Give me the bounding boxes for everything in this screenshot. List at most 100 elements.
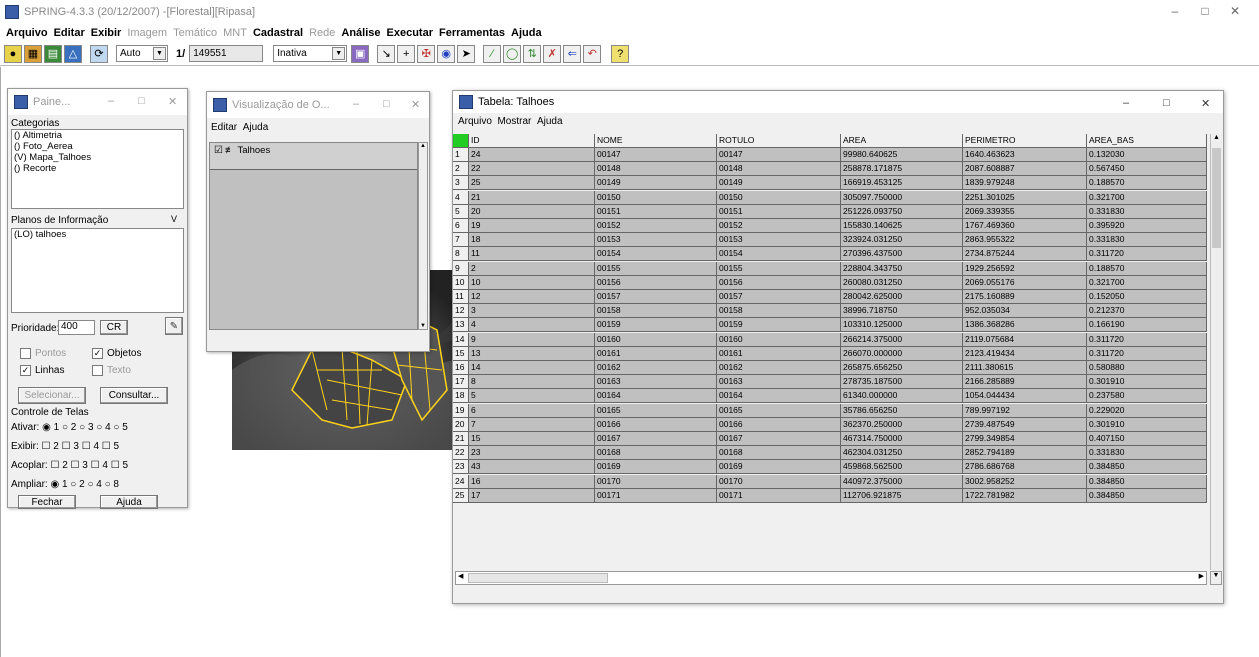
table-cell[interactable]: 00170 <box>717 474 841 489</box>
table-cell[interactable]: 00168 <box>717 446 841 461</box>
table-cell[interactable]: 0.311720 <box>1087 346 1207 361</box>
table-cell[interactable]: 00160 <box>595 332 717 347</box>
menu-arquivo[interactable]: Arquivo <box>6 27 48 39</box>
table-cell[interactable]: 61340.000000 <box>841 389 963 404</box>
table-cell[interactable]: 00161 <box>595 346 717 361</box>
table-cell[interactable]: 0.212370 <box>1087 304 1207 319</box>
table-cell[interactable]: 99980.640625 <box>841 148 963 162</box>
viz-scrollbar[interactable]: ▲ ▼ <box>418 142 428 330</box>
undo-icon[interactable]: ↶ <box>583 44 602 63</box>
table-cell[interactable]: 15 <box>469 432 595 446</box>
menu-temático[interactable]: Temático <box>173 27 217 39</box>
table-cell[interactable]: 00149 <box>717 176 841 191</box>
table-row[interactable]: 19 6 00165 00165 35786.656250 789.997192 0.229… <box>453 403 1207 418</box>
table-cell[interactable]: 0.321700 <box>1087 190 1207 205</box>
refresh-icon[interactable]: ⟳ <box>90 44 108 63</box>
acoplar-row[interactable]: Acoplar: ☐ 2 ☐ 3 ☐ 4 ☐ 5 <box>11 460 128 471</box>
table-cell[interactable]: 00163 <box>717 375 841 390</box>
attribute-table[interactable]: ID NOME ROTULO AREA PERIMETRO AREA_BAS 1 24 0014… <box>453 134 1207 577</box>
table-cell[interactable]: 112706.921875 <box>841 488 963 503</box>
column-header[interactable]: PERIMETRO <box>963 134 1087 148</box>
row-number[interactable]: 5 <box>453 204 469 219</box>
texto-checkbox[interactable]: Texto <box>92 365 131 376</box>
edit-move-icon[interactable]: ⇅ <box>523 44 542 63</box>
maximize-icon[interactable]: □ <box>383 98 390 110</box>
table-cell[interactable]: 305097.750000 <box>841 190 963 205</box>
table-cell[interactable]: 17 <box>469 488 595 503</box>
table-cell[interactable]: 00151 <box>595 204 717 219</box>
table-cell[interactable]: 2852.794189 <box>963 446 1087 461</box>
table-cell[interactable]: 25 <box>469 176 595 191</box>
row-number[interactable]: 2 <box>453 162 469 177</box>
menu-mnt[interactable]: MNT <box>223 27 247 39</box>
close-icon[interactable]: ✕ <box>1201 97 1210 110</box>
table-cell[interactable]: 103310.125000 <box>841 318 963 333</box>
table-cell[interactable]: 155830.140625 <box>841 219 963 233</box>
table-cell[interactable]: 0.152050 <box>1087 290 1207 304</box>
table-row[interactable]: 9 2 00155 00155 228804.343750 1929.256592 0.18… <box>453 261 1207 276</box>
table-cell[interactable]: 35786.656250 <box>841 403 963 418</box>
table-cell[interactable]: 00150 <box>595 190 717 205</box>
maximize-icon[interactable]: □ <box>138 95 145 107</box>
table-cell[interactable]: 2119.075684 <box>963 332 1087 347</box>
table-cell[interactable]: 459868.562500 <box>841 460 963 475</box>
table-cell[interactable]: 11 <box>469 247 595 262</box>
table-cell[interactable]: 00153 <box>595 233 717 248</box>
fechar-button[interactable]: Fechar <box>18 495 76 509</box>
table-cell[interactable]: 20 <box>469 204 595 219</box>
table-cell[interactable]: 00149 <box>595 176 717 191</box>
table-cell[interactable]: 2166.285889 <box>963 375 1087 390</box>
viz-item-talhoes[interactable]: ☑ ≢ Talhoes <box>210 143 417 170</box>
viz-menu-editar[interactable]: Editar <box>211 122 237 133</box>
table-cell[interactable]: 38996.718750 <box>841 304 963 319</box>
table-menu-mostrar[interactable]: Mostrar <box>497 116 531 127</box>
table-cell[interactable]: 166919.453125 <box>841 176 963 191</box>
screen-icon[interactable]: ▣ <box>351 44 370 63</box>
table-cell[interactable]: 00148 <box>717 162 841 177</box>
table-row[interactable]: 6 19 00152 00152 155830.140625 1767.469360 0.3… <box>453 219 1207 233</box>
categoria-item[interactable]: () Altimetria <box>12 130 183 141</box>
table-cell[interactable]: 2739.487549 <box>963 417 1087 432</box>
table-cell[interactable]: 00171 <box>717 488 841 503</box>
table-row[interactable]: 24 16 00170 00170 440972.375000 3002.958252 0.… <box>453 474 1207 489</box>
table-cell[interactable]: 0.331830 <box>1087 204 1207 219</box>
table-cell[interactable]: 2069.339355 <box>963 204 1087 219</box>
table-menu-arquivo[interactable]: Arquivo <box>458 116 492 127</box>
table-cell[interactable]: 1767.469360 <box>963 219 1087 233</box>
table-cell[interactable]: 2 <box>469 261 595 276</box>
table-cell[interactable]: 00163 <box>595 375 717 390</box>
scale-input[interactable]: 149551 <box>189 45 264 62</box>
table-cell[interactable]: 6 <box>469 403 595 418</box>
column-header[interactable]: AREA_BAS <box>1087 134 1207 148</box>
ampliar-row[interactable]: Ampliar: ◉ 1 ○ 2 ○ 4 ○ 8 <box>11 479 119 490</box>
info-icon[interactable]: ◉ <box>437 44 456 63</box>
row-number[interactable]: 12 <box>453 304 469 319</box>
table-cell[interactable]: 00151 <box>717 204 841 219</box>
table-menu-ajuda[interactable]: Ajuda <box>537 116 563 127</box>
table-cell[interactable]: 362370.250000 <box>841 417 963 432</box>
planos-v-button[interactable]: V <box>166 213 182 225</box>
table-cell[interactable]: 0.237580 <box>1087 389 1207 404</box>
table-cell[interactable]: 5 <box>469 389 595 404</box>
table-row[interactable]: 7 18 00153 00153 323924.031250 2863.955322 0.3… <box>453 233 1207 248</box>
table-cell[interactable]: 0.166190 <box>1087 318 1207 333</box>
table-row[interactable]: 3 25 00149 00149 166919.453125 1839.979248 0.1… <box>453 176 1207 191</box>
edit-delete-icon[interactable]: ✗ <box>543 44 562 63</box>
row-number[interactable]: 16 <box>453 361 469 375</box>
column-header[interactable]: NOME <box>595 134 717 148</box>
table-cell[interactable]: 00152 <box>717 219 841 233</box>
table-row[interactable]: 8 11 00154 00154 270396.437500 2734.875244 0.3… <box>453 247 1207 262</box>
table-row[interactable]: 15 13 00161 00161 266070.000000 2123.419434 0.… <box>453 346 1207 361</box>
table-cell[interactable]: 278735.187500 <box>841 375 963 390</box>
column-header[interactable]: ROTULO <box>717 134 841 148</box>
row-number[interactable]: 22 <box>453 446 469 461</box>
table-cell[interactable]: 0.580880 <box>1087 361 1207 375</box>
table-cell[interactable]: 00147 <box>595 148 717 162</box>
table-cell[interactable]: 00165 <box>595 403 717 418</box>
categoria-item[interactable]: () Foto_Aerea <box>12 141 183 152</box>
project-icon[interactable]: ▦ <box>24 44 42 63</box>
table-cell[interactable]: 0.331830 <box>1087 233 1207 248</box>
table-cell[interactable]: 19 <box>469 219 595 233</box>
linhas-checkbox[interactable]: ✓ Linhas <box>20 365 64 376</box>
table-row[interactable]: 16 14 00162 00162 265875.656250 2111.380615 0.… <box>453 361 1207 375</box>
